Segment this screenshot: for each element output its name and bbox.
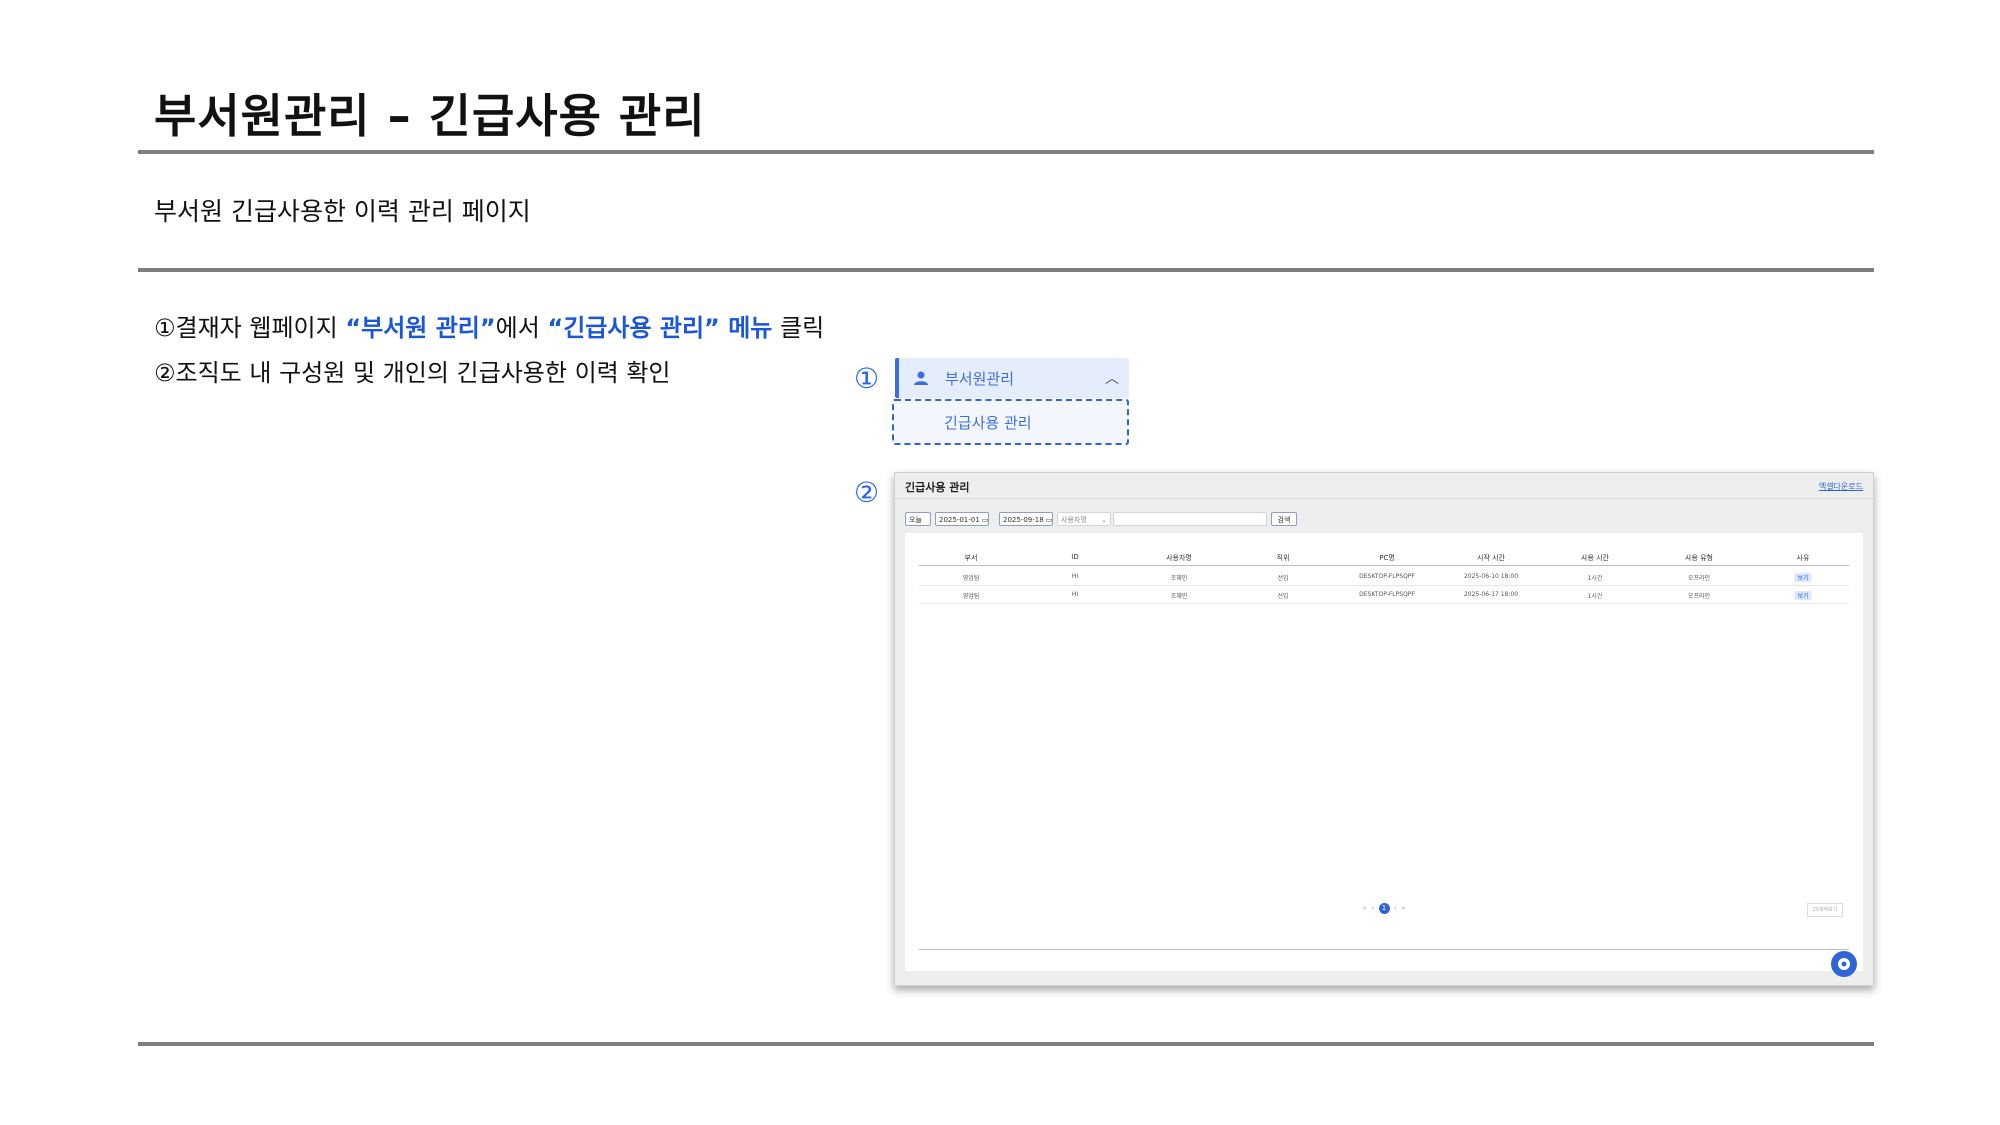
per-page-select[interactable]: 20개씩보기 <box>1807 903 1843 917</box>
table-cell: DESKTOP-FLPSQPF <box>1359 591 1415 598</box>
sidebar-menu-emergency-use[interactable]: 긴급사용 관리 <box>892 399 1129 445</box>
chat-icon[interactable] <box>1831 951 1857 977</box>
bottom-divider <box>138 1042 1874 1046</box>
calendar-icon: ▭ <box>1045 516 1053 524</box>
table-cell: 2025-06-17 18:00 <box>1463 591 1519 598</box>
app-title: 긴급사용 관리 <box>905 481 970 494</box>
table-cell: 선임 <box>1277 593 1289 600</box>
column-header: 사용 유형 <box>1685 554 1713 562</box>
table-cell: 오프라인 <box>1687 593 1711 600</box>
step-2: ②조직도 내 구성원 및 개인의 긴급사용한 이력 확인 <box>154 356 671 390</box>
view-reason-button[interactable]: 보기 <box>1794 573 1812 582</box>
view-reason-button[interactable]: 보기 <box>1794 591 1812 600</box>
pagination: « ‹ 1 › » <box>895 903 1873 914</box>
table-row-divider <box>919 585 1849 586</box>
column-header: 사유 <box>1796 554 1810 562</box>
prev-page-icon[interactable]: ‹ <box>1371 904 1374 912</box>
column-header: 부서 <box>964 554 978 562</box>
table-cell: HI <box>1071 573 1079 580</box>
table-cell: 오프라인 <box>1687 575 1711 582</box>
table-cell: 조혜민 <box>1170 575 1188 582</box>
end-date-value: 2025-09-18 <box>1003 516 1044 524</box>
step-2-text: 조직도 내 구성원 및 개인의 긴급사용한 이력 확인 <box>175 359 671 387</box>
chevron-down-icon: ⌄ <box>1101 516 1107 524</box>
title-divider <box>138 150 1874 154</box>
table-footer-divider <box>919 949 1849 950</box>
column-header: PC명 <box>1379 554 1395 562</box>
table-row-divider <box>919 603 1849 604</box>
page-title: 부서원관리 – 긴급사용 관리 <box>154 89 706 143</box>
step-1-highlight-2: “긴급사용 관리” 메뉴 <box>547 314 773 342</box>
start-date-value: 2025-01-01 <box>939 516 980 524</box>
app-header-divider <box>895 498 1873 499</box>
column-header: 시작 시간 <box>1477 554 1505 562</box>
table-cell: 조혜민 <box>1170 593 1188 600</box>
column-header: ID <box>1071 553 1079 561</box>
step-1-pre: 결재자 웹페이지 <box>175 314 346 342</box>
table-cell: 2025-06-10 18:00 <box>1463 573 1519 580</box>
column-header: 사용자명 <box>1166 554 1192 562</box>
search-button[interactable]: 검색 <box>1271 512 1297 526</box>
marker-2: ② <box>854 476 880 509</box>
today-button[interactable]: 오늘 <box>905 512 931 526</box>
step-1: ①결재자 웹페이지 “부서원 관리”에서 “긴급사용 관리” 메뉴 클릭 <box>154 311 824 345</box>
last-page-icon[interactable]: » <box>1401 904 1405 912</box>
sidebar-menu-parent[interactable]: 부서원관리 ︿ <box>895 358 1129 398</box>
marker-1: ① <box>854 362 880 395</box>
table-cell: DESKTOP-FLPSQPF <box>1359 573 1415 580</box>
search-input[interactable] <box>1113 512 1267 526</box>
table-cell: 1시간 <box>1587 575 1603 582</box>
step-1-number: ① <box>154 314 176 342</box>
sidebar-menu-parent-label: 부서원관리 <box>945 370 1015 388</box>
next-page-icon[interactable]: › <box>1394 904 1397 912</box>
search-type-select[interactable]: 사용자명 ⌄ <box>1057 512 1111 526</box>
start-date-input[interactable]: 2025-01-01 ▭ <box>935 512 989 526</box>
step-1-mid: 에서 <box>495 314 548 342</box>
app-screenshot: 긴급사용 관리 엑셀다운로드 오늘 2025-01-01 ▭ 2025-09-1… <box>894 472 1874 986</box>
step-1-post: 클릭 <box>772 314 825 342</box>
user-icon <box>914 371 928 385</box>
end-date-input[interactable]: 2025-09-18 ▭ <box>999 512 1053 526</box>
sidebar-menu-emergency-use-label: 긴급사용 관리 <box>944 414 1032 432</box>
table-cell: 선임 <box>1277 575 1289 582</box>
table-header-divider <box>919 565 1849 566</box>
column-header: 직위 <box>1276 554 1290 562</box>
column-header: 사용 시간 <box>1581 554 1609 562</box>
chevron-up-icon[interactable]: ︿ <box>1105 368 1119 388</box>
calendar-icon: ▭ <box>981 516 989 524</box>
table-cell: HI <box>1071 591 1079 598</box>
first-page-icon[interactable]: « <box>1362 904 1366 912</box>
table-cell: 1시간 <box>1587 593 1603 600</box>
step-2-number: ② <box>154 359 176 387</box>
subtitle-divider <box>138 268 1874 272</box>
table-cell: 영업팀 <box>962 575 980 582</box>
table-cell: 영업팀 <box>962 593 980 600</box>
step-1-highlight-1: “부서원 관리” <box>345 314 496 342</box>
search-type-value: 사용자명 <box>1061 516 1087 524</box>
page-subtitle: 부서원 긴급사용한 이력 관리 페이지 <box>154 197 531 226</box>
page-number-current[interactable]: 1 <box>1378 903 1390 914</box>
excel-download-link[interactable]: 엑셀다운로드 <box>1819 481 1863 492</box>
